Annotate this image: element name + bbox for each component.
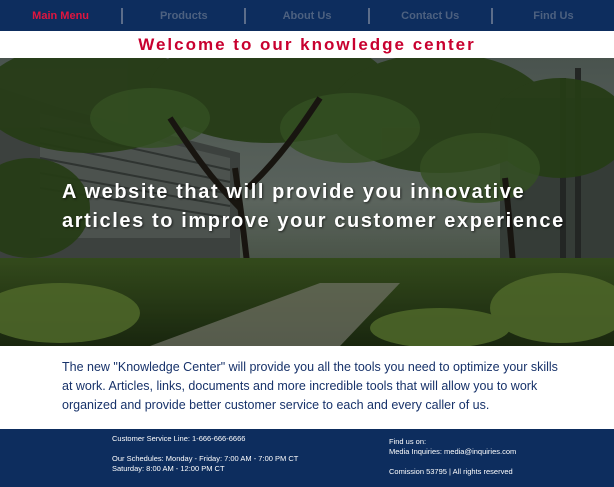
footer-info-column: Find us on: Media Inquiries: media@inqui… [389,437,516,477]
nav-main-menu[interactable]: Main Menu [0,0,121,31]
schedule-saturday: Saturday: 8:00 AM - 12:00 PM CT [112,464,225,473]
nav-contact-us[interactable]: Contact Us [370,0,491,31]
page-footer: Customer Service Line: 1-666-666-6666 Ou… [0,429,614,487]
find-us-label: Find us on: [389,437,427,446]
footer-spacer [389,457,516,467]
nav-about-us[interactable]: About Us [246,0,367,31]
schedule-weekdays: Our Schedules: Monday - Friday: 7:00 AM … [112,454,299,463]
media-inquiries[interactable]: Media Inquiries: media@inquiries.com [389,447,516,457]
nav-products[interactable]: Products [123,0,244,31]
hero-headline: A website that will provide you innovati… [62,181,565,232]
page-title: Welcome to our knowledge center [0,31,614,58]
nav-find-us[interactable]: Find Us [493,0,614,31]
top-navigation: Main Menu Products About Us Contact Us F… [0,0,614,31]
intro-paragraph: The new "Knowledge Center" will provide … [62,360,558,412]
footer-contact-column: Customer Service Line: 1-666-666-6666 Ou… [112,434,298,474]
hero-banner: A website that will provide you innovati… [0,58,614,346]
copyright: Comission 53795 | All rights reserved [389,467,513,476]
footer-spacer [112,444,298,454]
service-line: Customer Service Line: 1-666-666-6666 [112,434,246,443]
